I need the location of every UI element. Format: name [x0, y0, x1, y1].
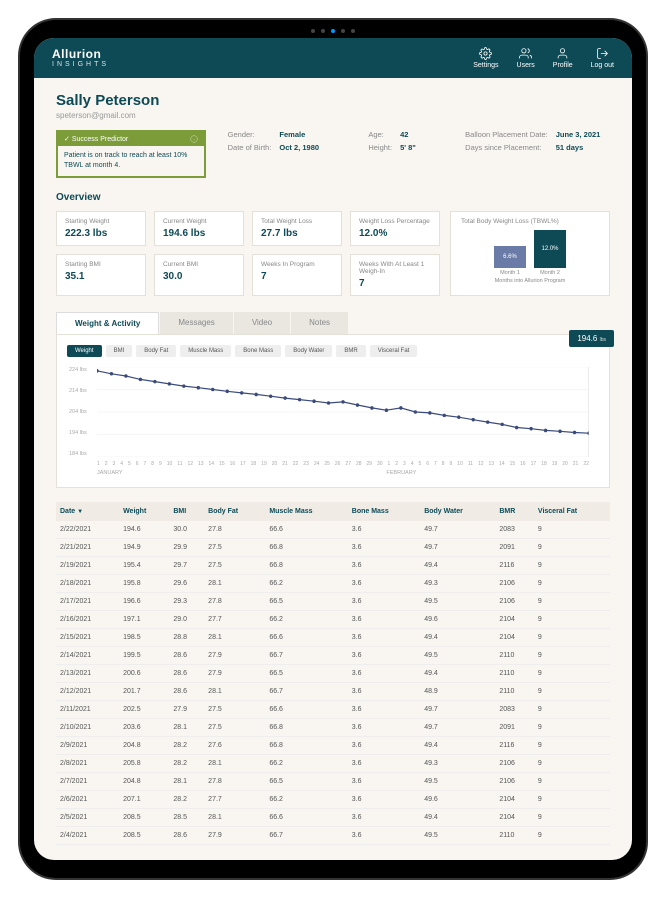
- height-label: Height:: [368, 143, 392, 152]
- pill-body-water[interactable]: Body Water: [285, 345, 332, 357]
- table-row[interactable]: 2/15/2021198.528.828.166.63.649.421049: [56, 628, 610, 646]
- table-row[interactable]: 2/5/2021208.528.528.166.63.649.421049: [56, 808, 610, 826]
- table-row[interactable]: 2/16/2021197.129.027.766.23.649.621049: [56, 610, 610, 628]
- table-row[interactable]: 2/12/2021201.728.628.166.73.648.921109: [56, 682, 610, 700]
- users-button[interactable]: Users: [517, 47, 535, 69]
- table-row[interactable]: 2/13/2021200.628.627.966.53.649.421109: [56, 664, 610, 682]
- stat-weeks-weighin: Weeks With At Least 1 Weigh-In7: [350, 254, 440, 296]
- info-icon[interactable]: [190, 135, 198, 143]
- col-date[interactable]: Date ▼: [56, 502, 119, 521]
- table-row[interactable]: 2/11/2021202.527.927.566.63.649.720839: [56, 700, 610, 718]
- stat-loss-pct: Weight Loss Percentage12.0%: [350, 211, 440, 246]
- table-row[interactable]: 2/18/2021195.829.628.166.23.649.321069: [56, 574, 610, 592]
- patient-name: Sally Peterson: [56, 92, 610, 109]
- stat-current-weight: Current Weight194.6 lbs: [154, 211, 244, 246]
- stat-current-bmi: Current BMI30.0: [154, 254, 244, 296]
- stat-total-loss: Total Weight Loss27.7 lbs: [252, 211, 342, 246]
- table-row[interactable]: 2/10/2021203.628.127.566.83.649.720919: [56, 718, 610, 736]
- tab-messages[interactable]: Messages: [160, 312, 232, 334]
- profile-button[interactable]: Profile: [553, 47, 573, 69]
- tbwl-chart-card: Total Body Weight Loss (TBWL%) 6.6%Month…: [450, 211, 610, 296]
- pill-bmr[interactable]: BMR: [336, 345, 365, 357]
- pill-bone-mass[interactable]: Bone Mass: [235, 345, 281, 357]
- chart-panel: Weight BMIBody Fat Muscle Mass Bone Mass Bod…: [56, 334, 610, 488]
- logout-icon: [596, 47, 609, 60]
- age-label: Age:: [368, 130, 392, 139]
- col-bmi[interactable]: BMI: [169, 502, 204, 521]
- gender-label: Gender:: [228, 130, 272, 139]
- tab-notes[interactable]: Notes: [291, 312, 348, 334]
- pill-muscle-mass[interactable]: Muscle Mass: [180, 345, 231, 357]
- table-row[interactable]: 2/17/2021196.629.327.866.53.649.521069: [56, 592, 610, 610]
- settings-button[interactable]: Settings: [473, 47, 498, 69]
- tab-video[interactable]: Video: [234, 312, 290, 334]
- top-bar: Allurion INSIGHTS Settings Users Profile: [34, 38, 632, 78]
- table-row[interactable]: 2/4/2021208.528.627.966.73.649.521109: [56, 826, 610, 844]
- col-muscle-mass[interactable]: Muscle Mass: [265, 502, 347, 521]
- user-icon: [556, 47, 569, 60]
- pill-weight[interactable]: Weight: [67, 345, 102, 357]
- col-bone-mass[interactable]: Bone Mass: [348, 502, 420, 521]
- table-row[interactable]: 2/14/2021199.528.627.966.73.649.521109: [56, 646, 610, 664]
- placement-date-label: Balloon Placement Date:: [465, 130, 548, 139]
- patient-email: speterson@gmail.com: [56, 111, 610, 120]
- logout-button[interactable]: Log out: [591, 47, 614, 69]
- overview-heading: Overview: [56, 192, 610, 203]
- col-weight[interactable]: Weight: [119, 502, 169, 521]
- table-row[interactable]: 2/6/2021207.128.227.766.23.649.621049: [56, 790, 610, 808]
- col-bmr[interactable]: BMR: [495, 502, 534, 521]
- table-row[interactable]: 2/9/2021204.828.227.666.83.649.421169: [56, 736, 610, 754]
- days-since-label: Days since Placement:: [465, 143, 548, 152]
- table-row[interactable]: 2/22/2021194.630.027.866.63.649.720839: [56, 521, 610, 539]
- chart-tooltip: 194.6 lbs: [569, 330, 614, 347]
- success-predictor-card: ✓ Success Predictor Patient is on track …: [56, 130, 206, 178]
- dob-label: Date of Birth:: [228, 143, 272, 152]
- users-icon: [519, 47, 532, 60]
- table-row[interactable]: 2/19/2021195.429.727.566.83.649.421169: [56, 556, 610, 574]
- pill-bmi[interactable]: BMI: [106, 345, 133, 357]
- brand-logo: Allurion INSIGHTS: [52, 48, 109, 69]
- stat-weeks: Weeks In Program7: [252, 254, 342, 296]
- col-visceral-fat[interactable]: Visceral Fat: [534, 502, 610, 521]
- gear-icon: [479, 47, 492, 60]
- table-row[interactable]: 2/7/2021204.828.127.866.53.649.521069: [56, 772, 610, 790]
- pill-visceral-fat[interactable]: Visceral Fat: [370, 345, 418, 357]
- pill-body-fat[interactable]: Body Fat: [136, 345, 176, 357]
- tab-bar: Weight & Activity Messages Video Notes: [56, 312, 610, 335]
- table-row[interactable]: 2/8/2021205.828.228.166.23.649.321069: [56, 754, 610, 772]
- table-row[interactable]: 2/21/2021194.929.927.566.83.649.720919: [56, 538, 610, 556]
- stat-starting-bmi: Starting BMI35.1: [56, 254, 146, 296]
- col-body-water[interactable]: Body Water: [420, 502, 495, 521]
- weight-line-chart: [97, 367, 589, 457]
- col-body-fat[interactable]: Body Fat: [204, 502, 265, 521]
- measurements-table: Date ▼WeightBMIBody FatMuscle MassBone M…: [56, 502, 610, 845]
- stat-starting-weight: Starting Weight222.3 lbs: [56, 211, 146, 246]
- tab-weight-activity[interactable]: Weight & Activity: [56, 312, 159, 335]
